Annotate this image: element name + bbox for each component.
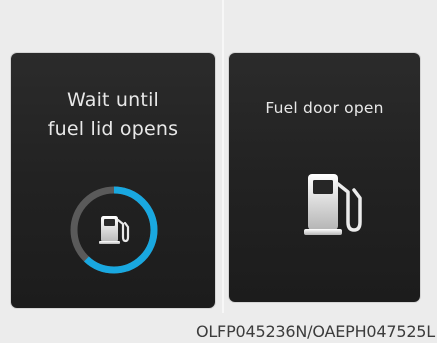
image-code: OLFP045236N/OAEPH047525L <box>195 322 435 341</box>
panel-divider <box>222 0 224 313</box>
progress-ring <box>66 182 162 278</box>
fuel-door-open-display: Fuel door open <box>229 53 420 302</box>
wait-message: Wait until fuel lid opens <box>11 86 215 144</box>
fuel-pump-icon <box>99 216 130 244</box>
wait-message-line1: Wait until <box>66 89 160 111</box>
wait-message-line2: fuel lid opens <box>47 118 179 140</box>
fuel-door-message: Fuel door open <box>265 99 384 117</box>
fuel-pump-icon <box>304 174 362 235</box>
wait-fuel-lid-display: Wait until fuel lid opens <box>11 53 215 308</box>
